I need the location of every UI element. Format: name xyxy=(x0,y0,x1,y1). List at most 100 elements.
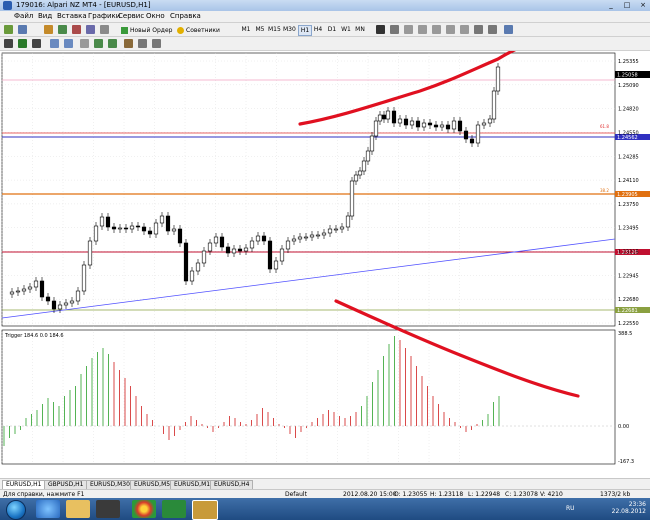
market-watch-icon[interactable] xyxy=(44,25,53,34)
ie-icon[interactable] xyxy=(36,500,60,518)
tf-m30[interactable]: M30 xyxy=(283,25,296,34)
zoom-out-icon[interactable] xyxy=(64,39,73,48)
candle-body xyxy=(231,248,237,254)
equidistant-channel-icon[interactable] xyxy=(446,25,455,34)
tab-eurusd-m5[interactable]: EURUSD,M5 xyxy=(130,480,175,489)
trendline-icon[interactable] xyxy=(432,25,441,34)
candle-body xyxy=(309,234,315,238)
chart-window[interactable]: 61.8 38.2 Trigger 184.6 0.0 184.6 1.2505… xyxy=(0,45,650,474)
menu-tools[interactable]: Сервис xyxy=(118,12,144,20)
menu-help[interactable]: Справка xyxy=(170,12,201,20)
tab-gbpusd-h1[interactable]: GBPUSD,H1 xyxy=(44,480,88,489)
utorrent-icon[interactable] xyxy=(162,500,186,518)
candle-body xyxy=(279,248,285,262)
periods-icon[interactable] xyxy=(138,39,147,48)
indicators-icon[interactable] xyxy=(124,39,133,48)
candle-body xyxy=(353,174,359,182)
candle-body xyxy=(357,170,363,176)
start-button[interactable] xyxy=(6,500,26,520)
language-indicator[interactable]: RU xyxy=(566,505,575,512)
navigator-icon[interactable] xyxy=(72,25,81,34)
candle-body xyxy=(491,90,497,120)
tab-eurusd-m30[interactable]: EURUSD,M30 xyxy=(86,480,134,489)
autoscroll-icon[interactable] xyxy=(94,39,103,48)
text-icon[interactable] xyxy=(474,25,483,34)
candle-body xyxy=(153,222,159,235)
horizontal-line-icon[interactable] xyxy=(418,25,427,34)
new-order-button[interactable]: Новый Ордер xyxy=(120,25,174,36)
crosshair-icon[interactable] xyxy=(390,25,399,34)
current-price-label: 1.25058 xyxy=(617,73,638,79)
candle-body xyxy=(15,290,21,293)
candle-body xyxy=(433,124,439,128)
candle-body xyxy=(439,124,445,128)
menu-window[interactable]: Окно xyxy=(146,12,165,20)
tf-mn[interactable]: MN xyxy=(354,25,366,34)
alpari-mt4-icon[interactable] xyxy=(192,500,218,520)
candle-body xyxy=(349,180,355,217)
data-window-icon[interactable] xyxy=(58,25,67,34)
candle-body xyxy=(297,236,303,240)
price-chart[interactable]: 61.8 38.2 Trigger 184.6 0.0 184.6 1.2505… xyxy=(0,45,650,474)
clock[interactable]: 23:36 22.08.2012 xyxy=(612,501,646,515)
minimize-button[interactable]: _ xyxy=(606,1,616,9)
text-label-icon[interactable] xyxy=(488,25,497,34)
line-chart-icon[interactable] xyxy=(32,39,41,48)
tf-m1[interactable]: M1 xyxy=(240,25,252,34)
menu-view[interactable]: Вид xyxy=(38,12,52,20)
tile-windows-icon[interactable] xyxy=(80,39,89,48)
fibonacci-icon[interactable] xyxy=(460,25,469,34)
price-tick-label: 1.23750 xyxy=(618,202,639,208)
tf-d1[interactable]: D1 xyxy=(326,25,338,34)
app-icon xyxy=(3,1,12,10)
menu-file[interactable]: Файл xyxy=(14,12,33,20)
zoom-in-icon[interactable] xyxy=(50,39,59,48)
indicator-scale-zero: 0.00 xyxy=(618,424,629,430)
candle-body xyxy=(9,291,15,295)
profiles-icon[interactable] xyxy=(18,25,27,34)
close-button[interactable]: × xyxy=(638,1,648,9)
menu-insert[interactable]: Вставка xyxy=(57,12,87,20)
candle-body xyxy=(267,240,273,270)
advisors-button[interactable]: Советники xyxy=(176,25,230,36)
candle-body xyxy=(57,304,63,310)
orange-level-label: 1.23905 xyxy=(617,192,638,198)
cursor-icon[interactable] xyxy=(376,25,385,34)
tab-eurusd-m1[interactable]: EURUSD,M1 xyxy=(170,480,215,489)
new-order-label: Новый Ордер xyxy=(130,27,173,34)
candle-body xyxy=(345,215,351,228)
candle-body xyxy=(141,226,147,232)
price-tick-label: 1.25355 xyxy=(618,59,639,65)
explorer-icon[interactable] xyxy=(66,500,90,518)
candle-body xyxy=(99,216,105,227)
terminal-icon[interactable] xyxy=(86,25,95,34)
bar-chart-icon[interactable] xyxy=(4,39,13,48)
candlesticks-icon[interactable] xyxy=(18,39,27,48)
vertical-line-icon[interactable] xyxy=(404,25,413,34)
tf-m15[interactable]: M15 xyxy=(268,25,281,34)
chart-shift-icon[interactable] xyxy=(108,39,117,48)
status-profile: Default xyxy=(285,491,307,498)
tf-w1[interactable]: W1 xyxy=(340,25,352,34)
menu-charts[interactable]: Графики xyxy=(88,12,120,20)
restore-button[interactable]: □ xyxy=(622,1,632,9)
candle-body xyxy=(27,286,33,290)
chrome-icon[interactable] xyxy=(132,500,156,518)
new-chart-icon[interactable] xyxy=(4,25,13,34)
candle-body xyxy=(415,120,421,128)
tf-h4[interactable]: H4 xyxy=(312,25,324,34)
media-player-icon[interactable] xyxy=(96,500,120,518)
candle-body xyxy=(361,160,367,172)
tab-eurusd-h4[interactable]: EURUSD,H4 xyxy=(210,480,254,489)
arrows-icon[interactable] xyxy=(504,25,513,34)
tf-m5[interactable]: M5 xyxy=(254,25,266,34)
candle-body xyxy=(213,236,219,244)
templates-icon[interactable] xyxy=(152,39,161,48)
candle-body xyxy=(469,138,475,144)
tester-icon[interactable] xyxy=(100,25,109,34)
candle-body xyxy=(495,66,501,92)
candle-body xyxy=(225,246,231,254)
tf-h1[interactable]: H1 xyxy=(298,25,312,36)
tab-eurusd-h1[interactable]: EURUSD,H1 xyxy=(2,480,46,489)
green-level-label: 1.22681 xyxy=(617,308,638,314)
